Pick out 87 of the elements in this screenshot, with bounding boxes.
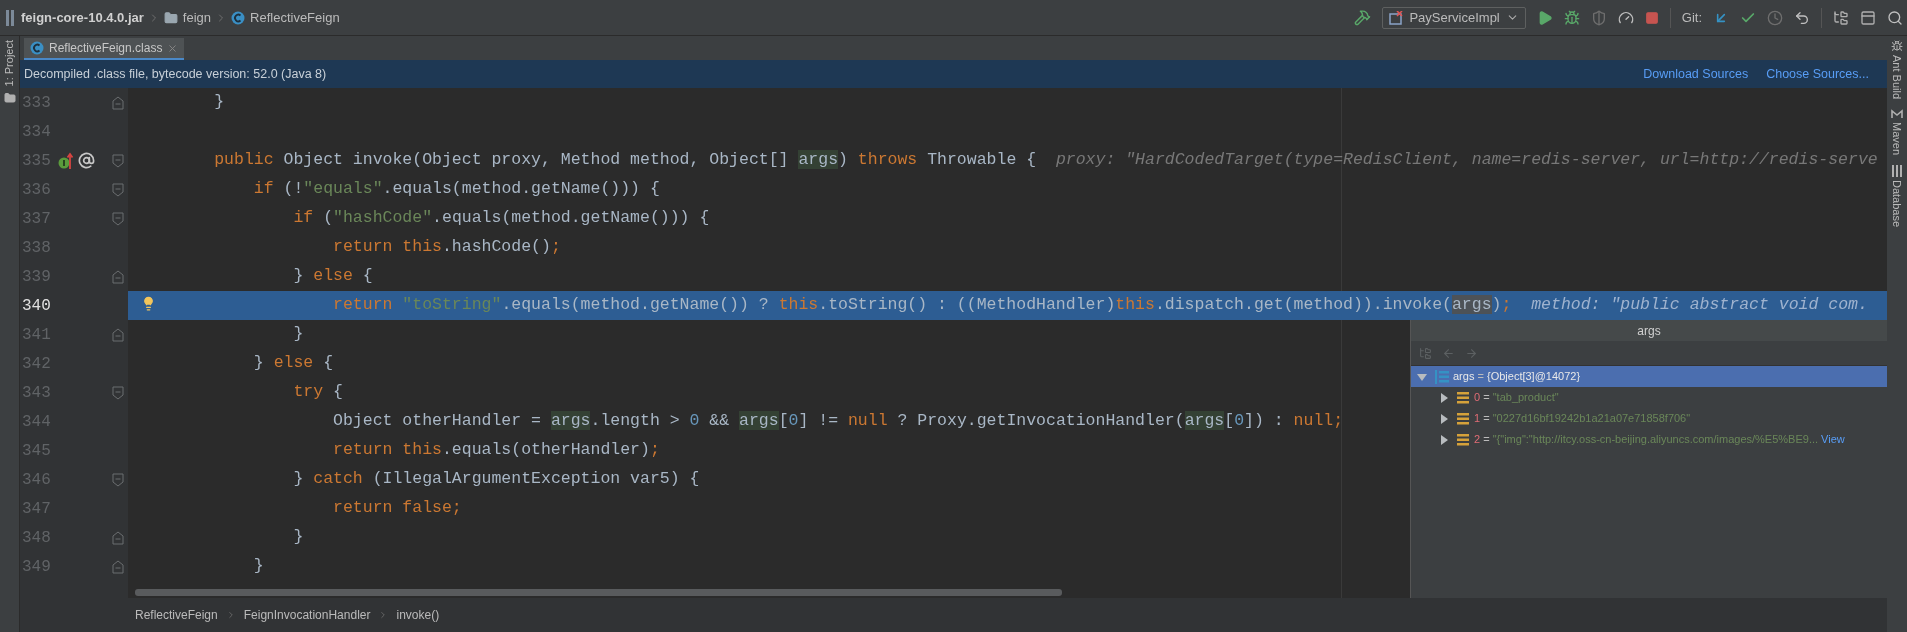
field-icon [1457,391,1469,404]
implementing-method-icon[interactable] [58,151,74,170]
code-text: } [292,323,304,346]
field-icon [1457,433,1469,446]
tree-row[interactable]: args = {Object[3]@14072} [1411,366,1887,387]
lightbulb-icon[interactable] [141,296,156,311]
vcs-label: Git: [1681,8,1702,27]
fold-marker-icon [112,327,124,342]
tree-row[interactable]: 0 = "tab_product" [1411,387,1887,408]
breadcrumb-item[interactable]: ReflectiveFeign [135,606,218,624]
tool-window-tab[interactable]: Database [1888,180,1906,228]
fold-marker-icon [112,472,124,487]
breadcrumb-item[interactable]: FeignInvocationHandler [243,606,371,624]
popup-title: args [1637,322,1661,340]
breadcrumb-item[interactable]: invoke() [396,606,440,624]
code-text: return this.hashCode(); [332,236,561,259]
code-text: if ("hashCode".equals(method.getName())) { [292,207,710,230]
breadcrumb-item[interactable]: ReflectiveFeign [231,7,340,28]
tree-row[interactable]: 2 = "{"img":"http://itcy.oss-cn-beijing.aliyuncs.com/images/%E5%BE9... View [1411,429,1887,450]
build-icon[interactable] [1354,9,1372,26]
code-text: } [292,526,304,549]
code-text: } catch (IllegalArgumentException var5) { [292,468,700,491]
line-number: 340 [21,295,52,317]
variable-text: 0 = "tab_product" [1474,390,1559,406]
search-icon[interactable] [1887,9,1903,26]
variable-text: args = {Object[3]@14072} [1453,369,1581,385]
folder-icon[interactable] [3,92,16,105]
class-icon [231,10,246,25]
code-text: return "toString".equals(method.getName()) ? this.toString() : ((MethodHandler)this.dispatch.get(method)).invoke(args); [332,294,1513,317]
tool-window-tab[interactable]: Maven [1888,122,1906,156]
fold-marker-icon [112,182,124,197]
expanded-triangle-icon[interactable] [1417,371,1427,382]
project-structure-icon[interactable] [1833,9,1849,26]
tool-window-tab[interactable]: Ant Build [1888,55,1906,100]
fold-marker-icon [112,95,124,110]
breadcrumb-item[interactable]: feign-core-10.4.0.jar [6,7,144,28]
horizontal-scrollbar[interactable] [135,589,1062,596]
code-text: try { [292,381,343,404]
fold-marker-icon [112,559,124,574]
database-icon [1892,165,1902,178]
tree-row[interactable]: 1 = "0227d16bf19242b1a21a07e71858f706" [1411,408,1887,429]
collapsed-triangle-icon[interactable] [1439,434,1449,445]
tool-window-tab[interactable]: 1: Project [1,40,18,87]
window-icon[interactable] [1860,9,1876,26]
code-text: } else { [292,265,373,288]
code-text: Object otherHandler = args.length > 0 && args[0] != null ? Proxy.getInvocationHandler(args[0]) : null; [332,410,1344,433]
ant-icon [1891,40,1903,52]
close-icon[interactable] [167,42,179,54]
notice-link[interactable]: Choose Sources... [1766,64,1869,84]
configuration-icon [1389,10,1404,25]
field-icon [1457,412,1469,425]
variable-text: 1 = "0227d16bf19242b1a21a07e71858f706" [1474,411,1691,427]
array-icon [1435,369,1449,384]
folder-icon [163,10,178,25]
code-text: public Object invoke(Object proxy, Method method, Object[] args) throws Throwable { [213,149,1038,172]
annotation-icon[interactable] [78,152,95,169]
code-text: return this.equals(otherHandler); [332,439,660,462]
collapsed-triangle-icon[interactable] [1439,413,1449,424]
view-link[interactable]: View [1821,431,1845,448]
coverage-icon[interactable] [1590,9,1607,26]
code-text: } [252,555,264,578]
inline-hint: method: "public abstract void com. [1531,294,1868,317]
variable-text: 2 = "{"img":"http://itcy.oss-cn-beijing.aliyuncs.com/images/%E5%BE9... [1474,432,1819,448]
jar-icon [6,9,16,26]
inline-hint: proxy: "HardCodedTarget(type=RedisClient, name=redis-server, url=http://redis-serve [1055,149,1878,172]
history-icon[interactable] [1767,9,1783,26]
run-configuration-dropdown[interactable]: PayServiceImpl [1382,6,1526,29]
editor-tab[interactable]: ReflectiveFeign.class [24,38,185,60]
code-text: } [213,91,225,114]
revert-icon[interactable] [1794,9,1810,26]
profiler-icon[interactable] [1617,9,1634,26]
collapsed-triangle-icon[interactable] [1439,392,1449,403]
code-text: return false; [332,497,462,520]
fold-marker-icon [112,385,124,400]
stop-icon[interactable] [1644,10,1659,25]
fold-marker-icon [112,211,124,226]
fold-marker-icon [112,269,124,284]
class-icon [30,41,44,55]
code-text: } else { [252,352,334,375]
debug-icon[interactable] [1563,9,1580,26]
maven-icon [1891,109,1903,120]
notice-text: Decompiled .class file, bytecode version: 52.0 (Java 8) [24,65,327,83]
fold-marker-icon [112,530,124,545]
notice-link[interactable]: Download Sources [1643,64,1749,84]
code-text: if (!"equals".equals(method.getName())) { [252,178,660,201]
breadcrumb-item[interactable]: feign [163,7,212,28]
fold-marker-icon [112,153,124,168]
